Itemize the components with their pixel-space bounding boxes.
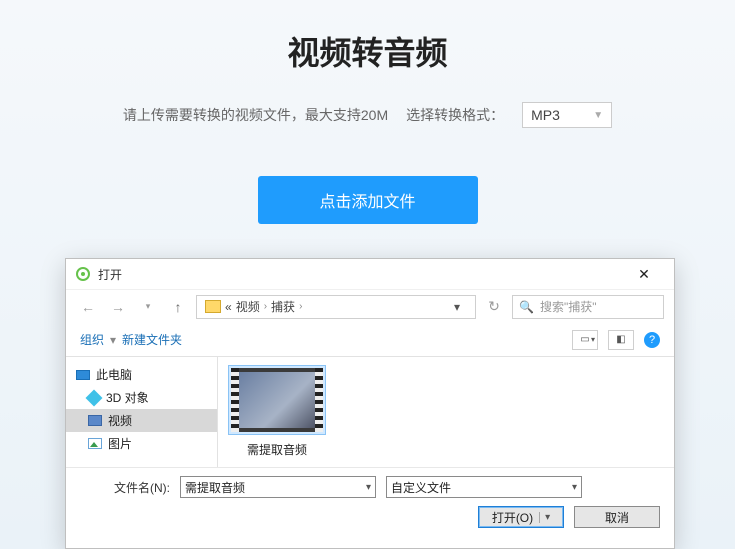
view-mode-button[interactable]: ▭	[572, 330, 598, 350]
tree-item-video[interactable]: 视频	[66, 409, 217, 432]
picture-icon	[88, 438, 102, 449]
open-dropdown-icon[interactable]: ▾	[539, 512, 550, 523]
search-input[interactable]: 🔍 搜索"捕获"	[512, 295, 664, 319]
refresh-button[interactable]: ↻	[482, 295, 506, 319]
tree-item-3d[interactable]: 3D 对象	[66, 386, 217, 409]
nav-up-button[interactable]: ↑	[166, 295, 190, 319]
filename-label: 文件名(N):	[80, 479, 170, 496]
filetype-select[interactable]: 自定义文件 ▾	[386, 476, 582, 498]
open-button-label: 打开(O)	[492, 509, 533, 526]
app-logo-icon	[76, 267, 90, 281]
file-item[interactable]: 需提取音频	[228, 365, 326, 458]
add-file-label: 点击添加文件	[319, 188, 415, 212]
format-label: 选择转换格式：	[406, 105, 504, 125]
page-title: 视频转音频	[0, 28, 735, 74]
chevron-down-icon: ▼	[593, 110, 603, 121]
file-open-dialog: 打开 ✕ ← → ▾ ↑ « 视频 › 捕获 › ▾ ↻ 🔍 搜索"捕获" 组织…	[65, 258, 675, 549]
tree-label: 此电脑	[96, 366, 132, 383]
folder-icon	[205, 300, 221, 313]
nav-back-button[interactable]: ←	[76, 295, 100, 319]
search-icon: 🔍	[519, 300, 534, 314]
path-seg2: 捕获	[271, 298, 295, 315]
chevron-right-icon: ›	[299, 301, 302, 312]
help-button[interactable]: ?	[644, 332, 660, 348]
path-root: «	[225, 300, 232, 314]
organize-menu[interactable]: 组织	[80, 331, 104, 348]
pc-icon	[76, 370, 90, 380]
cube-icon	[86, 389, 103, 406]
arrow-up-icon: ↑	[175, 299, 182, 315]
open-button[interactable]: 打开(O) ▾	[478, 506, 564, 528]
filetype-value: 自定义文件	[391, 479, 451, 496]
add-file-button[interactable]: 点击添加文件	[258, 176, 478, 224]
pane-icon: ◧	[616, 334, 625, 345]
tree-label: 3D 对象	[106, 389, 149, 406]
arrow-left-icon: ←	[81, 299, 95, 315]
toolbar-sep: ▾	[110, 333, 116, 347]
dialog-title: 打开	[98, 266, 122, 283]
chevron-down-icon: ▾	[366, 482, 371, 493]
tree-label: 图片	[108, 435, 132, 452]
chevron-down-icon: ▾	[146, 301, 151, 312]
file-name-label: 需提取音频	[228, 441, 326, 458]
view-icon: ▭	[580, 334, 589, 345]
help-icon: ?	[649, 334, 655, 346]
filename-value: 需提取音频	[185, 479, 245, 496]
format-select[interactable]: MP3 ▼	[522, 102, 612, 128]
video-thumbnail	[231, 368, 323, 432]
cancel-button[interactable]: 取消	[574, 506, 660, 528]
file-list: 需提取音频	[218, 357, 674, 467]
path-breadcrumb[interactable]: « 视频 › 捕获 › ▾	[196, 295, 476, 319]
arrow-right-icon: →	[111, 299, 125, 315]
upload-hint: 请上传需要转换的视频文件，最大支持20M	[123, 105, 388, 125]
search-placeholder: 搜索"捕获"	[540, 298, 597, 315]
cancel-button-label: 取消	[605, 509, 629, 526]
nav-forward-button[interactable]: →	[106, 295, 130, 319]
path-dropdown-icon[interactable]: ▾	[443, 300, 471, 314]
chevron-down-icon: ▾	[572, 482, 577, 493]
path-seg1: 视频	[236, 298, 260, 315]
new-folder-button[interactable]: 新建文件夹	[122, 331, 182, 348]
folder-tree: 此电脑 3D 对象 视频 图片	[66, 357, 218, 467]
filename-input[interactable]: 需提取音频 ▾	[180, 476, 376, 498]
preview-pane-button[interactable]: ◧	[608, 330, 634, 350]
tree-label: 视频	[108, 412, 132, 429]
video-icon	[88, 415, 102, 426]
tree-item-pictures[interactable]: 图片	[66, 432, 217, 455]
nav-recent-button[interactable]: ▾	[136, 295, 160, 319]
close-button[interactable]: ✕	[624, 259, 664, 289]
format-value: MP3	[531, 107, 560, 123]
refresh-icon: ↻	[488, 298, 500, 315]
tree-item-this-pc[interactable]: 此电脑	[66, 363, 217, 386]
chevron-right-icon: ›	[264, 301, 267, 312]
close-icon: ✕	[638, 266, 650, 283]
